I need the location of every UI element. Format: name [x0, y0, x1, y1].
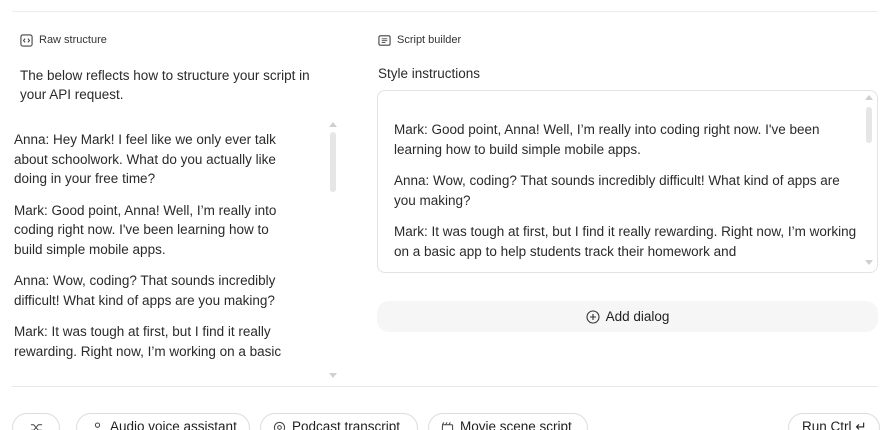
run-label: Run Ctrl ↵ — [802, 419, 867, 430]
script-builder-header: Script builder — [378, 33, 878, 47]
raw-structure-header: Raw structure — [20, 33, 345, 47]
prompt-chip-row: Audio voice assistant Podcast transcript… — [12, 413, 880, 430]
raw-structure-panel: Raw structure The below reflects how to … — [20, 33, 345, 104]
textarea-scroll-up-arrow[interactable] — [865, 95, 873, 100]
audio-voice-assistant-chip[interactable]: Audio voice assistant — [76, 413, 250, 430]
code-box-icon — [20, 33, 33, 47]
textarea-line: Anna: Wow, coding? That sounds incredibl… — [394, 173, 840, 208]
script-line: Anna: Hey Mark! I feel like we only ever… — [14, 132, 276, 186]
podcast-icon — [273, 421, 286, 430]
add-dialog-label: Add dialog — [605, 309, 670, 324]
raw-structure-title: Raw structure — [39, 34, 107, 46]
textarea-line: Mark: Good point, Anna! Well, I’m really… — [394, 122, 820, 157]
shuffle-button[interactable] — [12, 413, 60, 430]
textarea-line: Mark: It was tough at first, but I find … — [394, 224, 857, 259]
movie-scene-script-chip[interactable]: Movie scene script — [428, 413, 588, 430]
script-line: Anna: Wow, coding? That sounds incredibl… — [14, 273, 276, 308]
style-instructions-textarea[interactable]: Mark: Good point, Anna! Well, I’m really… — [377, 90, 878, 273]
script-builder-panel: Script builder Style instructions — [378, 33, 878, 81]
textarea-scroll-down-arrow[interactable] — [865, 260, 873, 265]
raw-script-viewer[interactable]: Anna: Hey Mark! I feel like we only ever… — [14, 118, 346, 384]
raw-script-scrollbar-thumb[interactable] — [330, 132, 336, 192]
raw-script-text: Anna: Hey Mark! I feel like we only ever… — [14, 130, 294, 373]
document-lines-icon — [378, 34, 391, 46]
textarea-scrollbar-thumb[interactable] — [866, 107, 872, 143]
podcast-transcript-label: Podcast transcript — [292, 419, 401, 430]
audio-voice-assistant-label: Audio voice assistant — [110, 419, 237, 430]
shuffle-icon — [30, 424, 42, 430]
scroll-up-arrow[interactable] — [329, 122, 337, 127]
script-line: Mark: Good point, Anna! Well, I’m really… — [14, 202, 277, 257]
style-instructions-label: Style instructions — [378, 66, 481, 81]
plus-circle-icon — [586, 309, 600, 324]
scroll-down-arrow[interactable] — [329, 373, 337, 378]
textarea-content: Mark: Good point, Anna! Well, I’m really… — [394, 120, 859, 272]
movie-scene-script-label: Movie scene script — [460, 419, 572, 430]
raw-structure-description: The below reflects how to structure your… — [20, 68, 310, 102]
top-divider — [12, 11, 878, 12]
podcast-transcript-chip[interactable]: Podcast transcript — [260, 413, 418, 430]
script-builder-title: Script builder — [397, 34, 462, 46]
script-line: Mark: It was tough at first, but I find … — [14, 324, 282, 359]
add-dialog-button[interactable]: Add dialog — [377, 301, 878, 332]
person-icon — [94, 422, 101, 428]
bottom-divider — [12, 386, 878, 387]
run-button[interactable]: Run Ctrl ↵ — [788, 413, 880, 430]
clapperboard-icon — [441, 422, 454, 430]
